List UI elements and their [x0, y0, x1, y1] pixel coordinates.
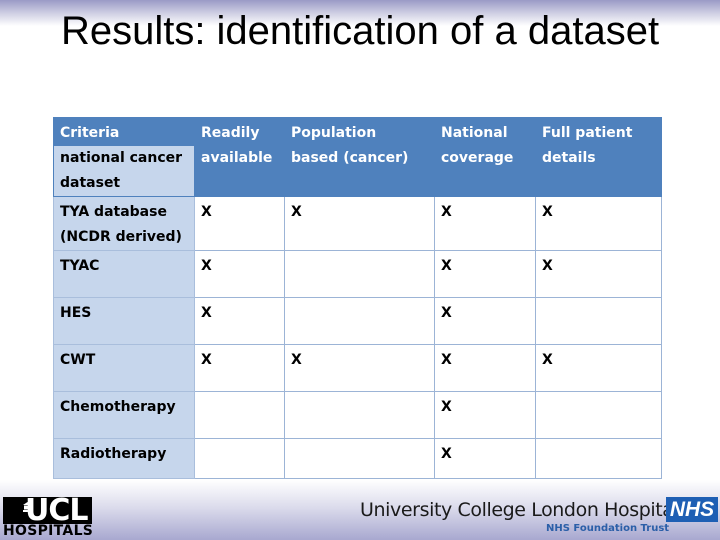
table-cell: [535, 297, 662, 345]
table-cell: X: [434, 250, 536, 298]
table-cell: [284, 438, 435, 479]
table-cell: X: [434, 438, 536, 479]
trust-subtitle: NHS Foundation Trust: [546, 523, 670, 534]
row-label-caption: national cancer dataset: [54, 146, 194, 196]
table-cell: X: [434, 196, 536, 251]
table-header-row: Criteria national cancer dataset Readily…: [53, 117, 662, 197]
column-header: Full patient details: [535, 117, 662, 197]
table-cell: [284, 250, 435, 298]
row-label: Chemotherapy: [53, 391, 195, 439]
table-cell: X: [434, 297, 536, 345]
slide-title: Results: identification of a dataset: [60, 9, 660, 53]
table-cell: X: [284, 344, 435, 392]
row-label: Radiotherapy: [53, 438, 195, 479]
table-row: TYA database (NCDR derived) X X X X: [53, 196, 662, 251]
table-cell: X: [194, 297, 285, 345]
table-cell: X: [535, 250, 662, 298]
table-cell: X: [535, 344, 662, 392]
table-cell: X: [434, 391, 536, 439]
table-cell: X: [194, 250, 285, 298]
ucl-logo-block: UCL: [3, 493, 92, 528]
row-label: CWT: [53, 344, 195, 392]
nhs-logo: NHS: [666, 497, 718, 522]
column-header: National coverage: [434, 117, 536, 197]
table-cell: [284, 297, 435, 345]
table-cell: X: [434, 344, 536, 392]
table-row: CWT X X X X: [53, 344, 662, 392]
table-cell: [194, 391, 285, 439]
criteria-label: Criteria: [54, 118, 194, 146]
table-cell: X: [535, 196, 662, 251]
ucl-hospitals-logo: UCL HOSPITALS: [3, 493, 94, 539]
table-cell: X: [284, 196, 435, 251]
table-row: Chemotherapy X: [53, 391, 662, 439]
row-label: TYA database (NCDR derived): [53, 196, 195, 251]
table-row: Radiotherapy X: [53, 438, 662, 479]
table-row: TYAC X X X: [53, 250, 662, 298]
table-cell: [535, 438, 662, 479]
hospitals-logo-text: HOSPITALS: [3, 523, 94, 539]
trust-name: University College London Hospitals: [360, 499, 688, 521]
row-label: HES: [53, 297, 195, 345]
criteria-header-cell: Criteria national cancer dataset: [53, 117, 195, 197]
column-header: Readily available: [194, 117, 285, 197]
table-row: HES X X: [53, 297, 662, 345]
column-header: Population based (cancer): [284, 117, 435, 197]
table-cell: [194, 438, 285, 479]
table-cell: [535, 391, 662, 439]
row-label: TYAC: [53, 250, 195, 298]
table-cell: X: [194, 196, 285, 251]
dataset-comparison-table: Criteria national cancer dataset Readily…: [53, 117, 662, 479]
table-cell: [284, 391, 435, 439]
table-cell: X: [194, 344, 285, 392]
